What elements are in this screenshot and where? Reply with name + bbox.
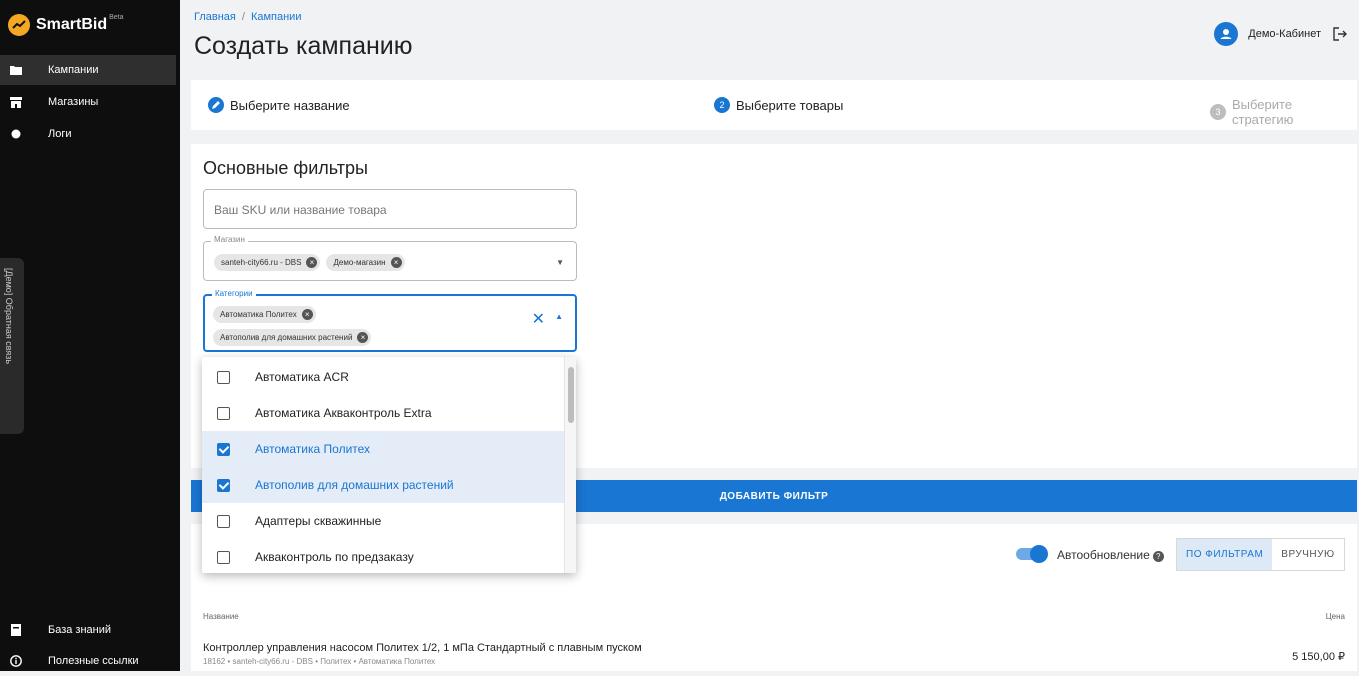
category-chip: Автополив для домашних растений × xyxy=(213,329,372,346)
page-title: Создать кампанию xyxy=(194,32,413,60)
chip-label: Автоматика Политех xyxy=(220,310,297,319)
sidebar-item-knowledge-base[interactable]: База знаний xyxy=(0,615,176,645)
category-option[interactable]: Акваконтроль по предзаказу xyxy=(202,539,564,573)
breadcrumb-campaigns[interactable]: Кампании xyxy=(251,11,302,23)
checkbox[interactable] xyxy=(217,406,230,420)
scrollbar-thumb[interactable] xyxy=(568,367,574,423)
breadcrumb-home[interactable]: Главная xyxy=(194,11,236,23)
shop-chip: Демо-магазин × xyxy=(326,254,405,271)
help-icon[interactable]: ? xyxy=(1152,551,1164,562)
breadcrumb: Главная / Кампании xyxy=(194,11,301,23)
category-select[interactable]: Категории Автоматика Политех × Автополив … xyxy=(203,289,577,352)
pencil-icon xyxy=(208,97,224,113)
sidebar-item-label: Логи xyxy=(48,128,72,140)
sidebar: SmartBid Beta Кампании Магазины Логи [Де… xyxy=(0,0,180,671)
user-menu[interactable]: Демо-Кабинет xyxy=(1214,22,1347,46)
category-option[interactable]: Автоматика Политех xyxy=(202,431,564,467)
chip-label: Автополив для домашних растений xyxy=(220,333,353,342)
chip-label: santeh-city66.ru - DBS xyxy=(221,258,302,267)
option-label: Автоматика Акваконтроль Extra xyxy=(255,406,432,420)
step-label: Выберите стратегию xyxy=(1231,97,1294,127)
store-icon xyxy=(10,96,22,108)
chip-remove-icon[interactable]: × xyxy=(357,332,369,343)
option-label: Акваконтроль по предзаказу xyxy=(255,550,414,564)
category-option[interactable]: Автоматика Акваконтроль Extra xyxy=(202,395,564,431)
step-number: 3 xyxy=(1210,104,1226,120)
mode-switch: ПО ФИЛЬТРАМ ВРУЧНУЮ xyxy=(1176,538,1345,571)
checkbox[interactable] xyxy=(217,478,230,492)
app-logo[interactable]: SmartBid Beta xyxy=(8,14,124,36)
product-subtitle: 18162 • santeh-city66.ru - DBS • Политех… xyxy=(203,657,436,666)
step-label: Выберите товары xyxy=(736,97,844,113)
feedback-tab[interactable]: [Демо] Обратная связь xyxy=(0,258,24,434)
avatar-icon xyxy=(1214,22,1239,46)
option-label: Автоматика ACR xyxy=(255,370,349,384)
checkbox[interactable] xyxy=(217,370,230,384)
category-dropdown: Автоматика ACR Автоматика Акваконтроль E… xyxy=(202,357,576,573)
step-label: Выберите название xyxy=(230,97,350,113)
chevron-down-icon[interactable]: ▼ xyxy=(556,258,564,267)
chevron-up-icon[interactable]: ▲ xyxy=(555,312,563,321)
chip-remove-icon[interactable]: × xyxy=(390,257,402,268)
user-name: Демо-Кабинет xyxy=(1248,28,1321,40)
step-2[interactable]: 2 Выберите товары xyxy=(714,97,843,113)
column-header-price[interactable]: Цена xyxy=(1326,612,1345,621)
filters-title: Основные фильтры xyxy=(203,158,368,178)
sidebar-item-label: Магазины xyxy=(48,96,99,108)
info-icon xyxy=(10,655,22,667)
auto-update-toggle[interactable] xyxy=(1016,545,1048,563)
option-label: Адаптеры скважинные xyxy=(255,514,382,528)
feedback-tab-label: [Демо] Обратная связь xyxy=(4,268,14,365)
smartbid-logo-icon xyxy=(8,14,30,36)
checkbox[interactable] xyxy=(217,442,230,456)
category-chip: Автоматика Политех × xyxy=(213,306,316,323)
sidebar-item-label: Кампании xyxy=(48,64,99,76)
sidebar-item-label: База знаний xyxy=(48,624,112,636)
category-option[interactable]: Автоматика ACR xyxy=(202,359,564,395)
option-label: Автоматика Политех xyxy=(255,442,371,456)
chip-remove-icon[interactable]: × xyxy=(306,257,318,268)
auto-update-label: Автообновление? xyxy=(1057,548,1164,562)
search-input[interactable]: Ваш SKU или название товара xyxy=(203,189,577,229)
sidebar-item-label: Полезные ссылки xyxy=(48,655,139,667)
search-placeholder: Ваш SKU или название товара xyxy=(214,203,387,217)
shop-legend: Магазин xyxy=(211,235,248,244)
dot-icon xyxy=(10,128,22,140)
step-3[interactable]: 3 Выберите стратегию xyxy=(1210,97,1357,127)
book-icon xyxy=(10,624,22,636)
auto-update-text: Автообновление xyxy=(1057,548,1150,562)
stepper: Выберите название 2 Выберите товары 3 Вы… xyxy=(191,80,1357,130)
checkbox[interactable] xyxy=(217,550,230,564)
option-label: Автополив для домашних растений xyxy=(255,478,454,492)
step-1[interactable]: Выберите название xyxy=(208,97,350,113)
sidebar-item-campaigns[interactable]: Кампании xyxy=(0,55,176,85)
chip-label: Демо-магазин xyxy=(333,258,386,267)
dropdown-scrollbar[interactable] xyxy=(564,357,576,573)
category-option[interactable]: Автополив для домашних растений xyxy=(202,467,564,503)
app-name: SmartBid xyxy=(36,16,108,33)
mode-by-filters[interactable]: ПО ФИЛЬТРАМ xyxy=(1177,539,1273,570)
mode-manual[interactable]: ВРУЧНУЮ xyxy=(1272,539,1343,570)
sidebar-item-logs[interactable]: Логи xyxy=(0,119,176,149)
category-legend: Категории xyxy=(212,289,256,298)
step-number: 2 xyxy=(714,97,730,113)
column-header-name[interactable]: Название xyxy=(203,612,239,621)
category-option[interactable]: Адаптеры скважинные xyxy=(202,503,564,539)
shop-select[interactable]: Магазин santeh-city66.ru - DBS × Демо-маг… xyxy=(203,235,577,281)
folder-icon xyxy=(10,64,22,76)
chip-remove-icon[interactable]: × xyxy=(301,309,313,320)
shop-chip: santeh-city66.ru - DBS × xyxy=(214,254,321,271)
sidebar-item-shops[interactable]: Магазины xyxy=(0,87,176,117)
checkbox[interactable] xyxy=(217,514,230,528)
beta-badge: Beta xyxy=(109,13,124,21)
clear-icon[interactable]: ✕ xyxy=(532,309,545,329)
breadcrumb-separator: / xyxy=(241,11,245,23)
sidebar-item-useful-links[interactable]: Полезные ссылки xyxy=(0,646,176,676)
product-title[interactable]: Контроллер управления насосом Политех 1/… xyxy=(203,642,642,654)
logout-icon[interactable] xyxy=(1333,27,1347,41)
product-price: 5 150,00 ₽ xyxy=(1292,651,1345,663)
